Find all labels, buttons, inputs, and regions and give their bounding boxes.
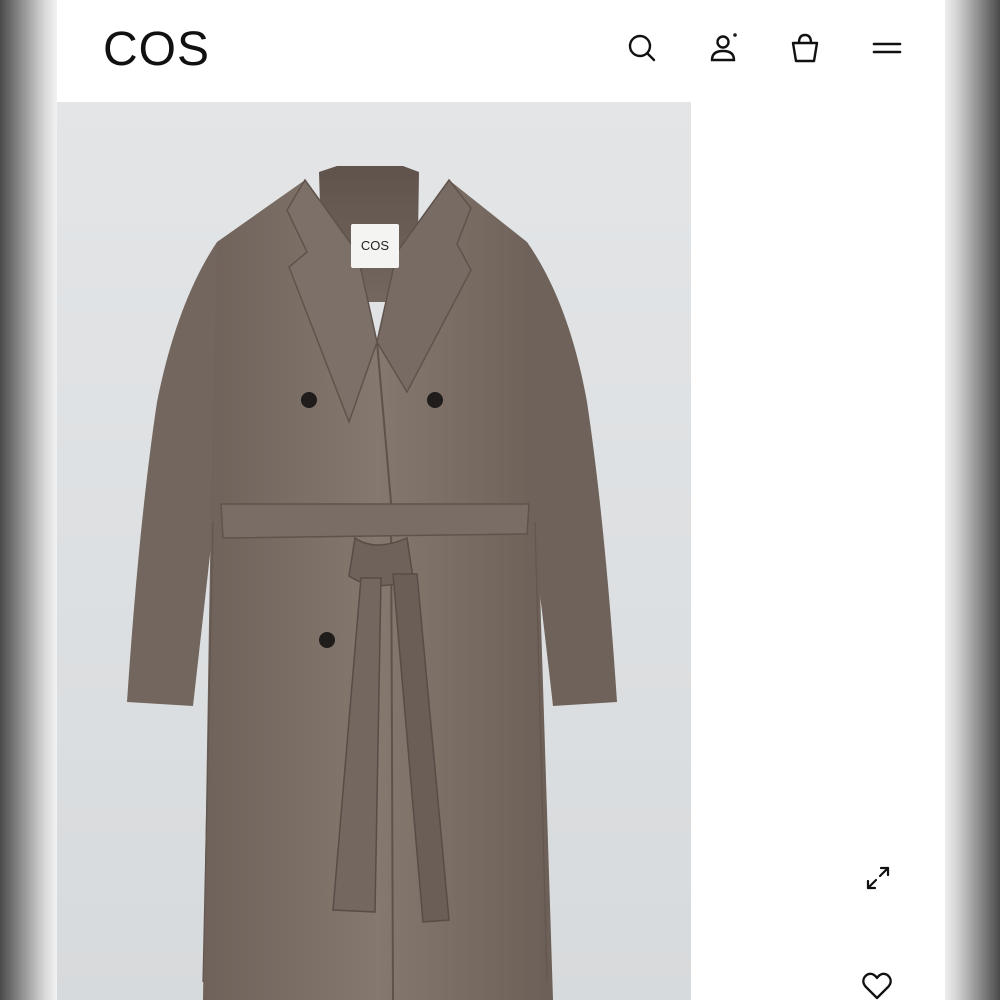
- heart-icon[interactable]: [859, 968, 895, 1000]
- bag-icon[interactable]: [787, 30, 823, 66]
- expand-icon[interactable]: [860, 860, 896, 896]
- product-page: COS COS: [57, 0, 945, 1000]
- coat-illustration: COS: [127, 166, 617, 1000]
- product-image[interactable]: COS: [57, 102, 691, 1000]
- brand-logo[interactable]: COS: [103, 22, 210, 78]
- search-icon[interactable]: [624, 30, 660, 66]
- garment-label-text: COS: [361, 238, 390, 253]
- account-icon[interactable]: [706, 30, 742, 66]
- site-header: COS: [57, 0, 945, 102]
- menu-icon[interactable]: [869, 30, 905, 66]
